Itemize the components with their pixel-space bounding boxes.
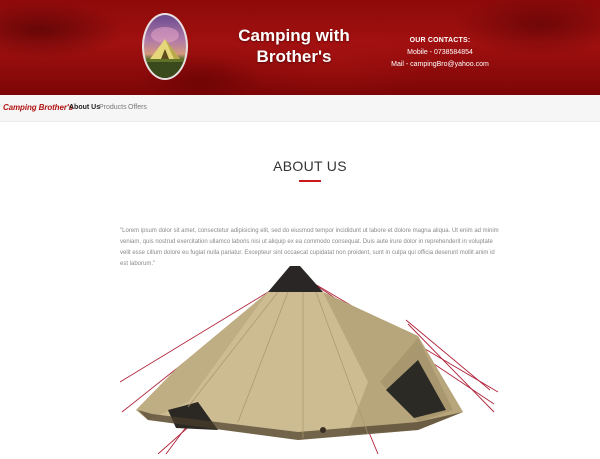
contact-mobile: Mobile - 0738584854	[407, 49, 473, 56]
contact-mail: Mail - campingBro@yahoo.com	[391, 61, 489, 68]
nav-link-offers[interactable]: Offers	[128, 104, 147, 111]
contacts-heading: OUR CONTACTS:	[409, 37, 471, 44]
site-title: Camping with Brother's	[238, 26, 350, 66]
tent-logo-icon[interactable]	[142, 13, 188, 80]
navbar-brand[interactable]: Camping Brother's	[3, 103, 73, 112]
bell-tent-image	[118, 262, 502, 455]
nav-link-about-us[interactable]: About Us	[69, 104, 100, 111]
header-banner: Camping with Brother's OUR CONTACTS: Mob…	[0, 0, 600, 95]
contacts-block: OUR CONTACTS: Mobile - 0738584854 Mail -…	[390, 35, 490, 71]
title-underline	[299, 180, 321, 182]
nav-link-products[interactable]: Products	[99, 104, 127, 111]
section-title: ABOUT US	[273, 158, 347, 174]
navbar: Camping Brother's About Us Products Offe…	[0, 95, 600, 122]
